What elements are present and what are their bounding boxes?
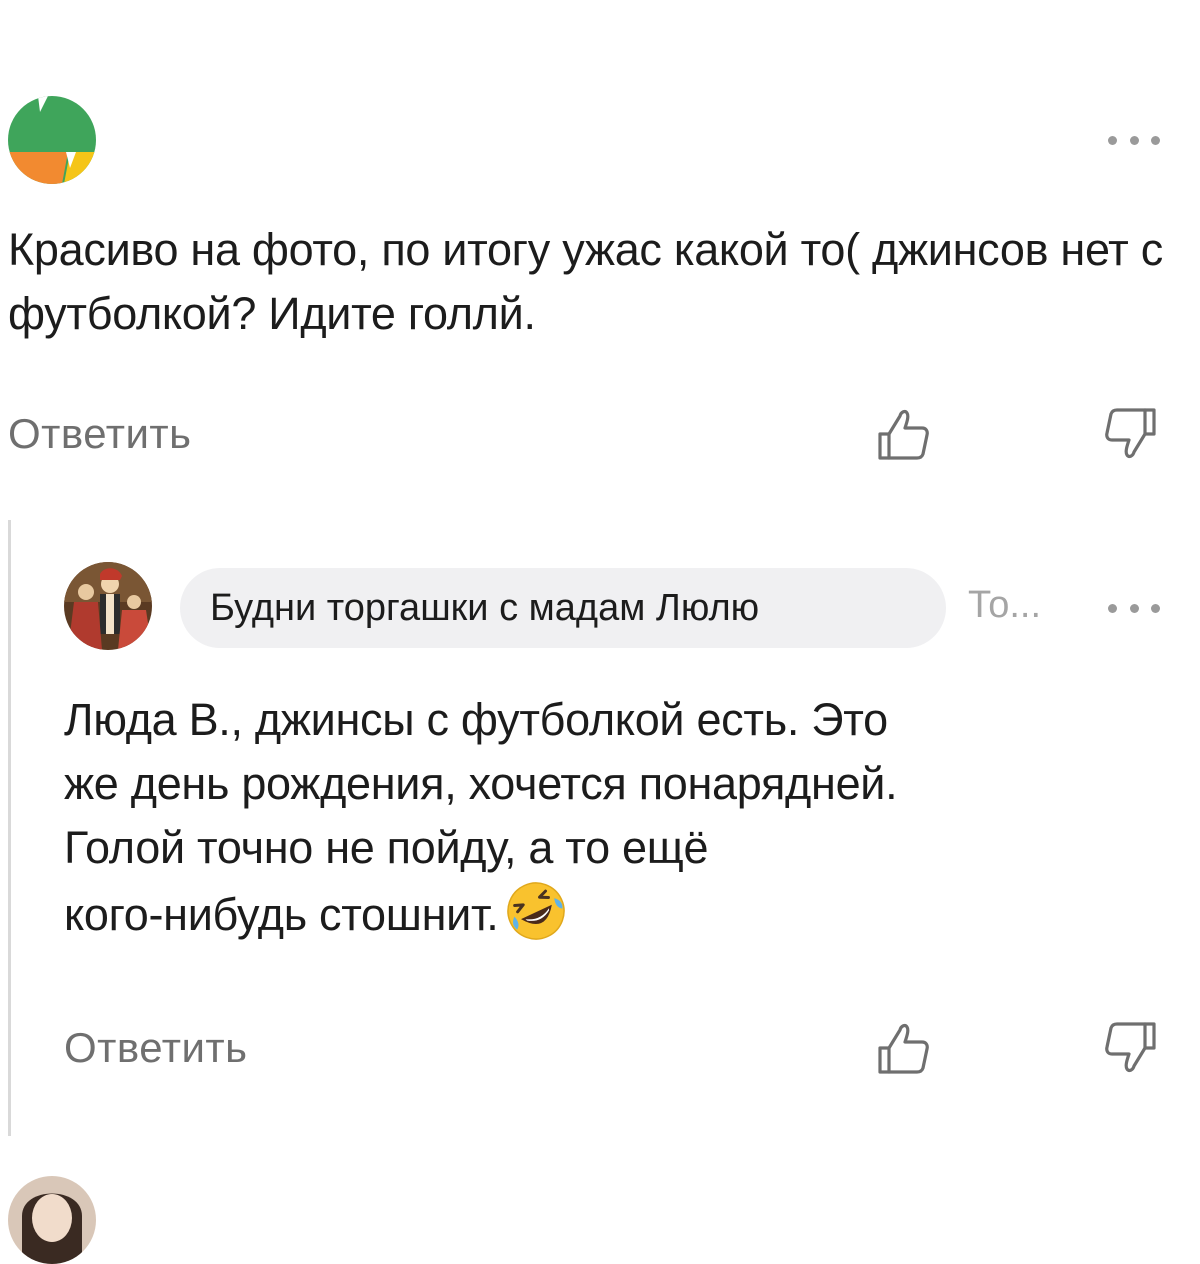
thumbs-up-icon	[878, 1023, 929, 1074]
avatar[interactable]	[8, 1176, 96, 1264]
comment-text: Красиво на фото, по итогу ужас какой то(…	[8, 224, 1163, 339]
like-button[interactable]	[872, 1018, 932, 1078]
reply-button[interactable]: Ответить	[8, 410, 192, 458]
comment-line: Люда В., джинсы с футболкой есть. Это	[64, 694, 888, 745]
thread-line	[8, 520, 11, 1136]
comment-text: Люда В., джинсы с футболкой есть. Это же…	[64, 688, 1184, 947]
reply-to-label: То...	[968, 584, 1042, 626]
dislike-button[interactable]	[1102, 1018, 1162, 1078]
avatar-painting-icon	[64, 562, 152, 650]
author-chip[interactable]: Будни торгашки с мадам Люлю	[180, 568, 946, 648]
avatar-photo-icon	[8, 1176, 96, 1264]
comment-line-last: кого-нибудь стошнит.	[64, 880, 1184, 947]
avatar[interactable]	[64, 562, 152, 650]
laughing-emoji-icon	[505, 880, 567, 942]
avatar-logo-icon	[8, 96, 96, 184]
thumbs-down-icon	[1105, 1022, 1156, 1073]
comment-line: же день рождения, хочется понарядней.	[64, 758, 898, 809]
comment-line: кого-нибудь стошнит.	[64, 889, 499, 940]
thumbs-up-icon	[878, 409, 929, 460]
author-name: Будни торгашки с мадам Люлю	[210, 586, 760, 629]
reply-button[interactable]: Ответить	[64, 1024, 248, 1072]
dislike-button[interactable]	[1102, 404, 1162, 464]
thumbs-down-icon	[1105, 408, 1156, 459]
more-dots-icon	[1108, 135, 1117, 145]
more-dots-icon	[1108, 603, 1117, 613]
comment-line: Голой точно не пойду, а то ещё	[64, 822, 709, 873]
comment-menu-button[interactable]	[1108, 596, 1160, 620]
avatar[interactable]	[8, 96, 96, 184]
comment-menu-button[interactable]	[1108, 128, 1160, 152]
like-button[interactable]	[872, 404, 932, 464]
